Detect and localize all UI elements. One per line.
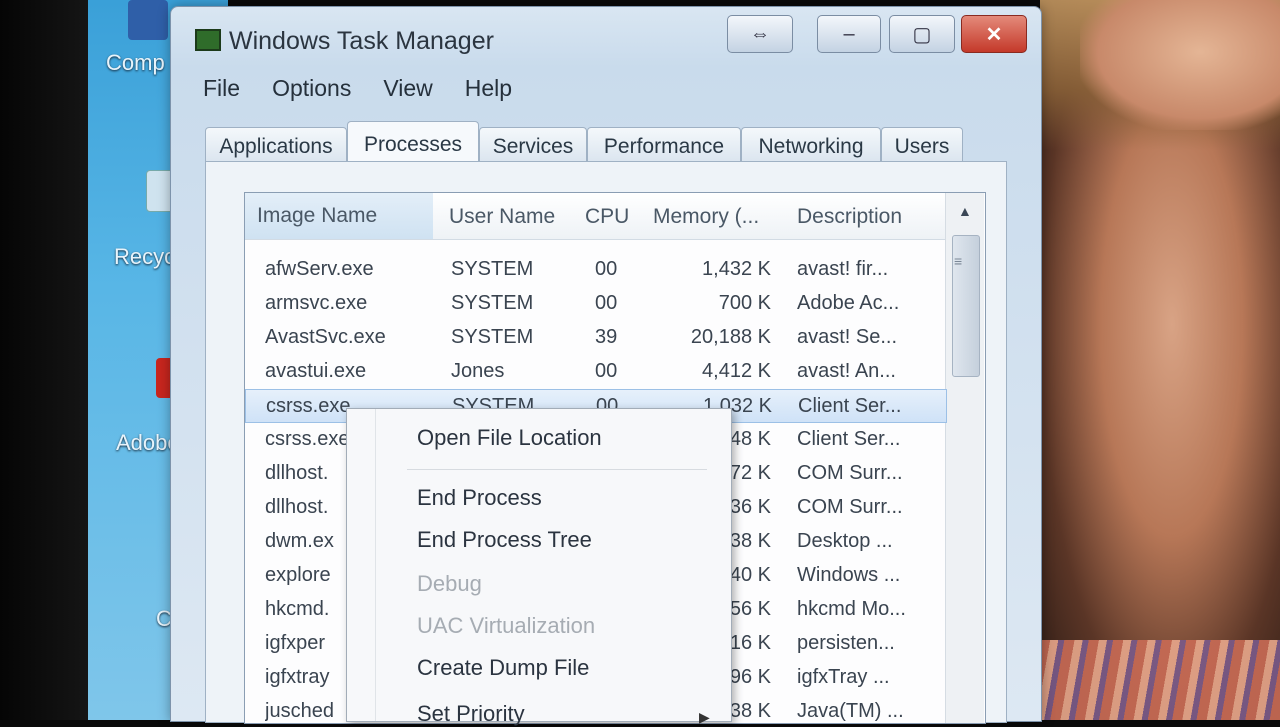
menu-end-process-tree[interactable]: End Process Tree <box>417 527 592 553</box>
desktop-icon-label-recycle[interactable]: Recyc <box>114 244 175 270</box>
process-cpu: 00 <box>595 360 618 382</box>
menu-help[interactable]: Help <box>449 71 528 111</box>
column-description[interactable]: Description <box>797 205 902 229</box>
context-menu-gutter <box>375 409 376 721</box>
process-description: persisten... <box>797 632 895 654</box>
process-cpu: 39 <box>595 326 618 348</box>
submenu-arrow-icon: ▶ <box>699 709 710 725</box>
menu-uac-virtualization: UAC Virtualization <box>417 613 596 638</box>
process-memory: 1,432 K <box>702 258 771 280</box>
column-image-name[interactable]: Image Name <box>245 193 433 239</box>
vertical-scrollbar[interactable]: ▲ ≡ <box>945 193 984 723</box>
process-description: igfxTray ... <box>797 666 890 688</box>
process-memory: 700 K <box>718 292 771 314</box>
menu-bar: File Options View Help <box>187 71 1027 111</box>
process-user: SYSTEM <box>451 292 534 314</box>
scroll-grip-icon: ≡ <box>954 253 963 269</box>
process-description: Adobe Ac... <box>797 292 900 314</box>
task-manager-app-icon[interactable] <box>195 29 221 51</box>
process-description: COM Surr... <box>797 462 903 484</box>
list-header: Image Name User Name CPU Memory (... Des… <box>245 193 945 240</box>
process-memory: 20,188 K <box>690 326 771 348</box>
close-button[interactable]: ✕ <box>961 15 1027 53</box>
menu-file[interactable]: File <box>187 71 256 111</box>
title-bar[interactable]: Windows Task Manager ⇔ – ▢ ✕ <box>171 7 1041 69</box>
computer-icon[interactable] <box>128 0 168 40</box>
column-memory[interactable]: Memory (... <box>653 205 759 229</box>
process-name: afwServ.exe <box>265 258 374 280</box>
process-name: avastui.exe <box>265 360 367 382</box>
menu-set-priority[interactable]: Set Priority <box>417 701 525 727</box>
menu-view[interactable]: View <box>367 71 448 111</box>
wallpaper-photo-bottom <box>1040 640 1280 720</box>
process-user: SYSTEM <box>451 326 534 348</box>
menu-create-dump-file[interactable]: Create Dump File <box>417 655 589 681</box>
process-description: Client Ser... <box>798 395 902 417</box>
column-cpu[interactable]: CPU <box>585 205 629 229</box>
menu-open-file-location[interactable]: Open File Location <box>417 425 602 451</box>
context-menu-separator <box>407 469 707 470</box>
column-user-name[interactable]: User Name <box>449 205 555 229</box>
process-description: COM Surr... <box>797 496 903 518</box>
process-description: avast! fir... <box>797 258 889 280</box>
window-title: Windows Task Manager <box>229 27 494 55</box>
scroll-up-icon[interactable]: ▲ <box>958 203 972 219</box>
process-user: Jones <box>451 360 505 382</box>
process-memory: 4,412 K <box>702 360 771 382</box>
process-description: avast! Se... <box>797 326 898 348</box>
menu-end-process[interactable]: End Process <box>417 485 542 511</box>
desktop-icon-label-computer[interactable]: Comp <box>106 50 165 76</box>
process-context-menu: Open File Location End Process End Proce… <box>346 408 732 726</box>
process-cpu: 00 <box>595 258 618 280</box>
table-row[interactable]: AvastSvc.exe SYSTEM 39 20,188 K avast! Se... <box>245 321 945 353</box>
maximize-button[interactable]: ▢ <box>889 15 955 53</box>
screen-bezel <box>0 0 88 720</box>
table-row[interactable]: avastui.exe Jones 00 4,412 K avast! An... <box>245 355 945 387</box>
process-description: Desktop ... <box>797 530 893 552</box>
process-cpu: 00 <box>595 292 618 314</box>
menu-debug: Debug <box>417 571 482 596</box>
process-description: Client Ser... <box>797 428 901 450</box>
process-description: avast! An... <box>797 360 896 382</box>
process-description: Windows ... <box>797 564 901 586</box>
swap-button[interactable]: ⇔ <box>727 15 793 53</box>
process-name: armsvc.exe <box>265 292 368 314</box>
process-user: SYSTEM <box>451 258 534 280</box>
process-name: AvastSvc.exe <box>265 326 386 348</box>
table-row[interactable]: armsvc.exe SYSTEM 00 700 K Adobe Ac... <box>245 287 945 319</box>
process-description: hkcmd Mo... <box>797 598 906 620</box>
menu-options[interactable]: Options <box>256 71 367 111</box>
table-row[interactable]: afwServ.exe SYSTEM 00 1,432 K avast! fir... <box>245 253 945 285</box>
minimize-button[interactable]: – <box>817 15 881 53</box>
wallpaper-photo-arm <box>1080 0 1280 130</box>
